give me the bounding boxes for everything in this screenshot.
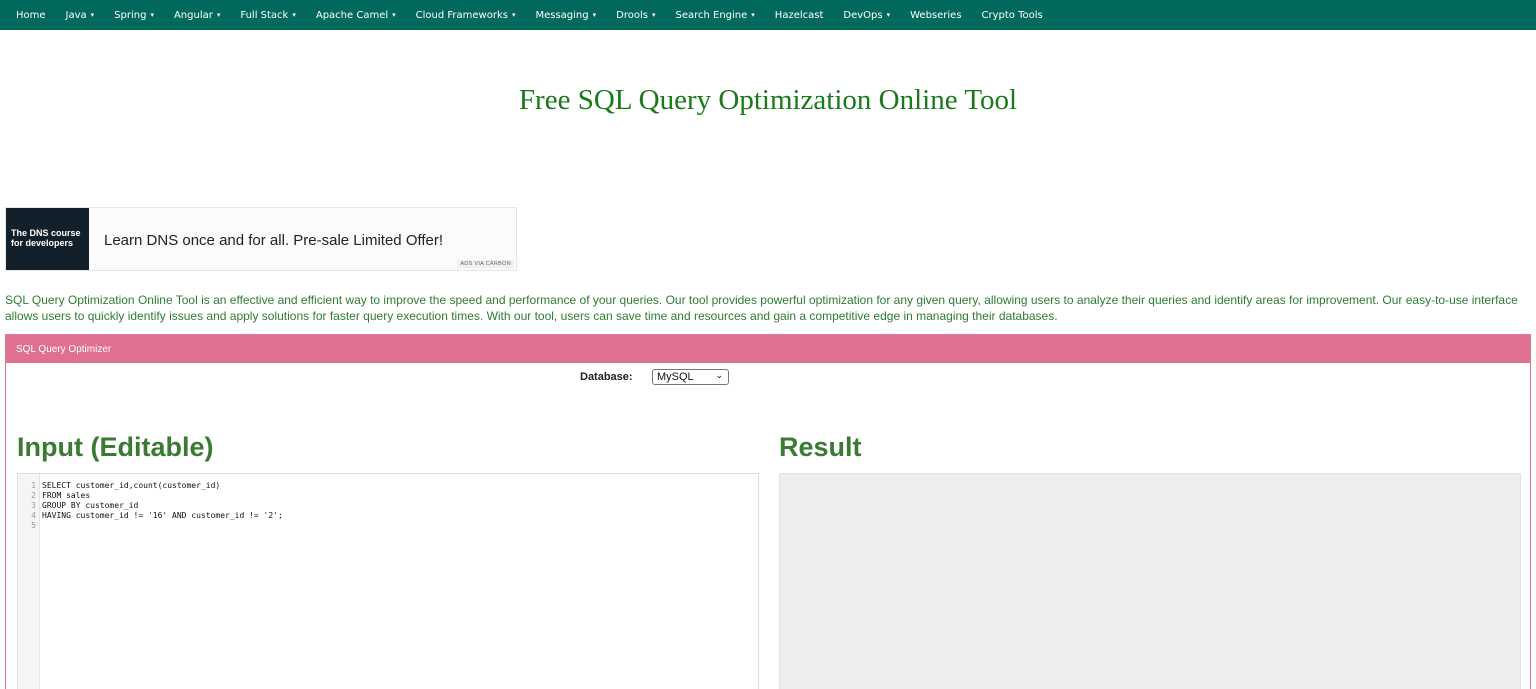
nav-item-full-stack[interactable]: Full Stack ▾ (230, 0, 305, 30)
database-select-value: MySQL (657, 371, 694, 383)
result-output (779, 473, 1521, 689)
nav-item-label: DevOps (843, 9, 883, 21)
ad-image[interactable]: The DNS course for developers (6, 208, 89, 270)
line-number: 5 (31, 521, 36, 530)
nav-item-cloud-frameworks[interactable]: Cloud Frameworks ▾ (406, 0, 526, 30)
nav-item-apache-camel[interactable]: Apache Camel ▾ (306, 0, 406, 30)
nav-item-label: Hazelcast (774, 9, 824, 21)
nav-item-home[interactable]: Home (6, 0, 56, 30)
optimizer-panel: SQL Query Optimizer Database: MySQL ⌄ In… (5, 334, 1531, 689)
caret-down-icon: ▾ (886, 11, 891, 19)
code-line[interactable]: GROUP BY customer_id (42, 501, 283, 511)
line-number-gutter: 12345 (18, 474, 40, 689)
nav-item-label: Crypto Tools (981, 9, 1043, 21)
code-line[interactable] (42, 521, 283, 531)
code-area[interactable]: SELECT customer_id,count(customer_id) FRO… (42, 481, 283, 531)
nav-item-label: Java (65, 9, 87, 21)
code-line[interactable]: SELECT customer_id,count(customer_id) (42, 481, 283, 491)
nav-item-devops[interactable]: DevOps ▾ (833, 0, 900, 30)
line-number: 4 (31, 511, 36, 520)
nav-item-crypto-tools[interactable]: Crypto Tools (972, 0, 1053, 30)
caret-down-icon: ▾ (651, 11, 656, 19)
code-line[interactable]: FROM sales (42, 491, 283, 501)
caret-down-icon: ▾ (90, 11, 95, 19)
nav-item-label: Angular (173, 9, 213, 21)
tool-description: SQL Query Optimization Online Tool is an… (5, 293, 1518, 323)
caret-down-icon: ▾ (592, 11, 597, 19)
database-select[interactable]: MySQL ⌄ (652, 369, 729, 385)
nav-item-messaging[interactable]: Messaging ▾ (525, 0, 606, 30)
caret-down-icon: ▾ (150, 11, 154, 19)
line-number: 3 (31, 501, 36, 510)
chevron-down-icon: ⌄ (715, 370, 723, 380)
nav-item-label: Drools (616, 9, 648, 21)
sql-input-editor[interactable]: 12345 SELECT customer_id,count(customer_… (17, 473, 759, 689)
caret-down-icon: ▾ (751, 11, 755, 19)
nav-item-label: Cloud Frameworks (415, 9, 508, 21)
caret-down-icon: ▾ (511, 11, 516, 19)
nav-item-webseries[interactable]: Webseries (900, 0, 971, 30)
code-line[interactable]: HAVING customer_id != '16' AND customer_… (42, 511, 283, 521)
carbon-ad[interactable]: The DNS course for developers Learn DNS … (5, 207, 517, 271)
nav-item-label: Home (16, 9, 46, 21)
result-heading: Result (779, 432, 862, 462)
nav-item-drools[interactable]: Drools ▾ (606, 0, 665, 30)
database-row: Database: MySQL ⌄ (6, 369, 1530, 387)
line-number: 2 (31, 491, 36, 500)
nav-item-search-engine[interactable]: Search Engine ▾ (665, 0, 764, 30)
nav-item-label: Full Stack (240, 9, 289, 21)
nav-item-label: Spring (114, 9, 147, 21)
database-label: Database: (580, 371, 633, 383)
line-number: 1 (31, 481, 36, 490)
nav-item-spring[interactable]: Spring ▾ (104, 0, 164, 30)
top-navbar: Home Java ▾ Spring ▾ Angular ▾ Full Stack ▾ Apach… (0, 0, 1536, 30)
caret-down-icon: ▾ (392, 11, 396, 19)
input-heading: Input (Editable) (17, 432, 214, 462)
nav-item-label: Search Engine (675, 9, 748, 21)
ad-text[interactable]: Learn DNS once and for all. Pre-sale Lim… (89, 208, 443, 270)
page-title: Free SQL Query Optimization Online Tool (518, 84, 1018, 116)
nav-item-label: Apache Camel (315, 9, 389, 21)
nav-item-angular[interactable]: Angular ▾ (164, 0, 230, 30)
nav-item-label: Messaging (535, 9, 589, 21)
ads-via-carbon-link[interactable]: ADS VIA CARBON (457, 260, 514, 268)
nav-item-hazelcast[interactable]: Hazelcast (765, 0, 834, 30)
nav-item-java[interactable]: Java ▾ (56, 0, 105, 30)
caret-down-icon: ▾ (292, 11, 296, 19)
caret-down-icon: ▾ (216, 11, 221, 19)
panel-heading: SQL Query Optimizer (6, 335, 1530, 363)
nav-item-label: Webseries (910, 9, 962, 21)
